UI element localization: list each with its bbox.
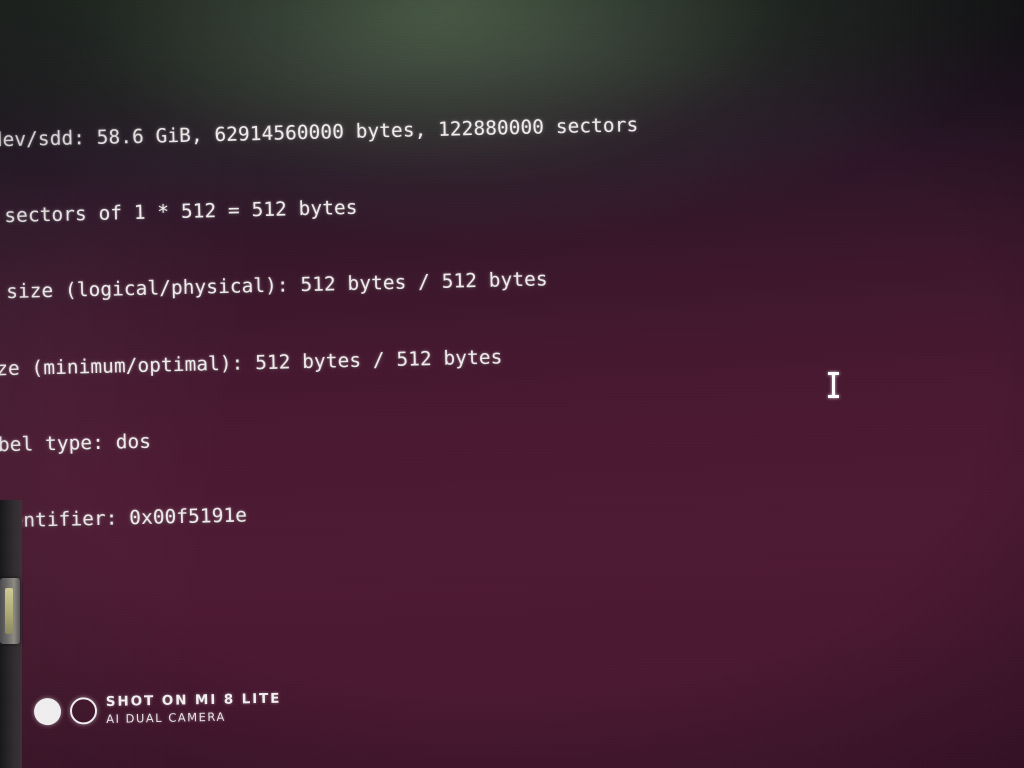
fdisk-disk-info-block: isk /dev/sdd: 58.6 GiB, 62914560000 byte… [0,52,1024,662]
terminal-line: isk /dev/sdd: 58.6 GiB, 62914560000 byte… [0,113,639,153]
monitor-bezel-indicator [5,588,13,634]
partition-table-header: evice Boot Start End Sectors Size Id Typ… [0,763,1024,768]
terminal-line: ector size (logical/physical): 512 bytes… [5,267,548,304]
photo-of-terminal-screen: isk /dev/sdd: 58.6 GiB, 62914560000 byte… [0,0,1024,768]
terminal-line: isklabel type: dos [0,429,152,458]
partition-table-block: evice Boot Start End Sectors Size Id Typ… [0,712,1024,768]
terminal-line: nits: sectors of 1 * 512 = 512 bytes [4,196,358,228]
terminal-line: isk identifier: 0x00f5191e [0,503,248,533]
terminal-line: /O size (minimum/optimal): 512 bytes / 5… [0,345,503,381]
terminal-output[interactable]: isk /dev/sdd: 58.6 GiB, 62914560000 byte… [0,0,1024,768]
monitor-screen-surface: isk /dev/sdd: 58.6 GiB, 62914560000 byte… [0,0,1024,768]
